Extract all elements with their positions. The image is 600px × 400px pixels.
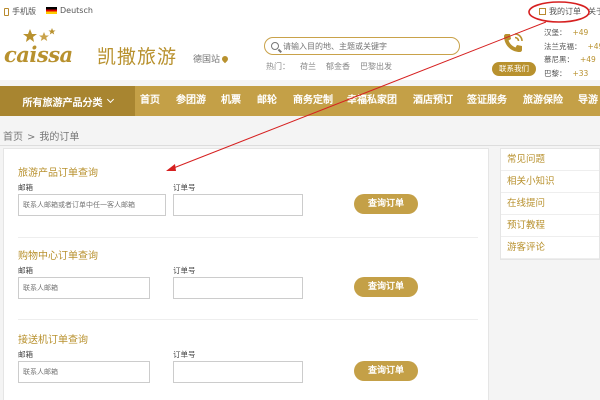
location-pin-icon xyxy=(220,54,230,63)
email-label: 邮箱 xyxy=(18,266,33,275)
email-label: 邮箱 xyxy=(18,350,33,359)
nav-travel-insurance[interactable]: 旅游保险 xyxy=(523,86,563,116)
top-utility-bar: 手机版 Deutsch 我的订单 关于 xyxy=(0,0,600,22)
phone-list: 汉堡：+49 法兰克福：+49 慕尼黑：+49 巴黎：+33 xyxy=(544,26,600,80)
phone-call-icon xyxy=(504,33,523,52)
email-label: 邮箱 xyxy=(18,183,33,192)
phone-row: 巴黎： +33 xyxy=(544,68,589,78)
order-number-field[interactable] xyxy=(173,194,303,216)
breadcrumb-current: 我的订单 xyxy=(39,132,80,143)
section-title: 旅游产品订单查询 xyxy=(18,168,98,179)
section-divider xyxy=(18,319,478,320)
sidebar-item-booking-tutorial[interactable]: 预订教程 xyxy=(501,215,599,237)
search-input[interactable] xyxy=(283,41,453,51)
query-order-button[interactable]: 查询订单 xyxy=(354,277,418,297)
contact-us-button[interactable]: 联系我们 xyxy=(492,62,536,76)
airport-transfer-order-query: 接送机订单查询 邮箱 订单号 查询订单 xyxy=(18,331,478,383)
about-link[interactable]: 关于 xyxy=(588,6,600,17)
hot-item-netherlands[interactable]: 荷兰 xyxy=(300,61,316,72)
product-category-menu[interactable]: 所有旅游产品分类 xyxy=(0,86,135,116)
nav-home[interactable]: 首页 xyxy=(140,86,160,116)
sidebar-item-tips[interactable]: 相关小知识 xyxy=(501,171,599,193)
shopping-order-query: 购物中心订单查询 邮箱 订单号 查询订单 xyxy=(18,247,478,299)
section-title: 购物中心订单查询 xyxy=(18,251,98,262)
help-sidebar: 常见问题 相关小知识 在线提问 预订教程 游客评论 xyxy=(500,148,600,260)
my-order-link[interactable]: 我的订单 xyxy=(539,6,581,17)
breadcrumb-home[interactable]: 首页 xyxy=(3,132,23,143)
travel-order-query: 旅游产品订单查询 邮箱 订单号 查询订单 xyxy=(18,164,478,216)
sidebar-item-online-question[interactable]: 在线提问 xyxy=(501,193,599,215)
nav-visa-service[interactable]: 签证服务 xyxy=(467,86,507,116)
email-field[interactable] xyxy=(18,194,166,216)
nav-guide[interactable]: 导游 xyxy=(578,86,598,116)
order-number-label: 订单号 xyxy=(173,266,196,275)
search-icon[interactable] xyxy=(271,42,279,50)
breadcrumb: 首页 > 我的订单 xyxy=(3,132,80,143)
nav-cruise[interactable]: 邮轮 xyxy=(257,86,277,116)
phone-row: 法兰克福：+49 xyxy=(544,41,600,51)
german-flag-icon xyxy=(46,7,57,14)
phone-row: 汉堡： +49 xyxy=(544,28,589,37)
hot-searches: 热门： 荷兰 郁金香 巴黎出发 xyxy=(266,61,392,72)
site-header: caissa 凯撒旅游 德国站 热门： 荷兰 郁金香 巴黎出发 联系我们 汉堡：… xyxy=(0,22,600,80)
language-switch[interactable]: Deutsch xyxy=(46,6,93,15)
email-field[interactable] xyxy=(18,361,150,383)
chevron-down-icon xyxy=(106,95,114,104)
mobile-phone-icon xyxy=(4,7,9,16)
mobile-version-link[interactable]: 手机版 xyxy=(4,6,36,17)
nav-hotel-booking[interactable]: 酒店预订 xyxy=(413,86,453,116)
nav-business-custom[interactable]: 商务定制 xyxy=(293,86,333,116)
phone-row: 慕尼黑： +49 xyxy=(544,55,596,64)
sidebar-item-reviews[interactable]: 游客评论 xyxy=(501,237,599,259)
logo-wordmark: caissa xyxy=(4,42,73,67)
breadcrumb-divider xyxy=(0,145,600,146)
sidebar-item-faq[interactable]: 常见问题 xyxy=(501,149,599,171)
caissa-logo[interactable]: caissa xyxy=(4,28,94,68)
order-query-panel: 旅游产品订单查询 邮箱 订单号 查询订单 购物中心订单查询 邮箱 订单号 查询订… xyxy=(3,148,489,400)
nav-group-tour[interactable]: 参团游 xyxy=(176,86,206,116)
hot-item-paris-departure[interactable]: 巴黎出发 xyxy=(360,61,392,72)
nav-private-tour[interactable]: 幸福私家团 xyxy=(347,86,397,116)
nav-flights[interactable]: 机票 xyxy=(221,86,241,116)
main-nav: 所有旅游产品分类 首页 参团游 机票 邮轮 商务定制 幸福私家团 酒店预订 签证… xyxy=(0,86,600,116)
search-box xyxy=(264,37,460,55)
hot-item-tulip[interactable]: 郁金香 xyxy=(326,61,350,72)
query-order-button[interactable]: 查询订单 xyxy=(354,194,418,214)
section-divider xyxy=(18,237,478,238)
section-title: 接送机订单查询 xyxy=(18,335,88,346)
order-number-label: 订单号 xyxy=(173,183,196,192)
order-number-field[interactable] xyxy=(173,361,303,383)
station-selector[interactable]: 德国站 xyxy=(193,52,230,65)
order-number-label: 订单号 xyxy=(173,350,196,359)
brand-name: 凯撒旅游 xyxy=(97,46,178,68)
query-order-button[interactable]: 查询订单 xyxy=(354,361,418,381)
email-field[interactable] xyxy=(18,277,150,299)
order-list-icon xyxy=(539,8,546,15)
order-number-field[interactable] xyxy=(173,277,303,299)
